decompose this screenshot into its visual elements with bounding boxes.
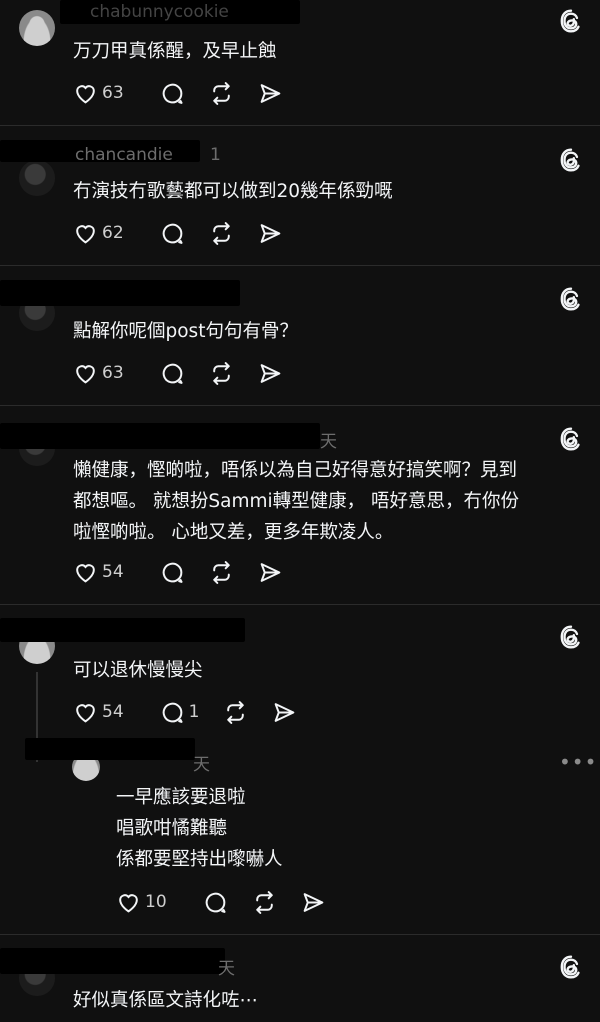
reply-button[interactable] xyxy=(203,890,228,915)
send-icon xyxy=(260,562,280,582)
like-button[interactable]: 62 xyxy=(73,221,136,246)
action-bar: 54 1 xyxy=(73,699,321,725)
like-count: 63 xyxy=(102,363,124,383)
repost-button[interactable] xyxy=(209,560,234,585)
redacted-username xyxy=(0,423,320,449)
send-icon xyxy=(260,363,280,383)
reply-button[interactable] xyxy=(160,221,185,246)
share-button[interactable] xyxy=(258,221,283,246)
comment-text-line-2: 都想嘔。 就想扮Sammi轉型健康， 唔好意思，冇你份 xyxy=(73,491,520,512)
heart-icon xyxy=(76,364,95,384)
repost-button[interactable] xyxy=(223,700,248,725)
timestamp: 天 xyxy=(320,432,337,452)
repost-button[interactable] xyxy=(209,361,234,386)
threads-icon[interactable] xyxy=(558,624,584,650)
reply-text-line-2: 唱歌咁憰難聽 xyxy=(116,818,228,839)
like-button[interactable]: 63 xyxy=(73,361,136,386)
comment-text: 冇演技冇歌藝都可以做到20幾年係勁嘅 xyxy=(73,181,393,202)
redacted-username xyxy=(0,948,225,974)
divider xyxy=(0,265,600,266)
repost-icon xyxy=(227,700,245,724)
redacted-username xyxy=(25,738,195,760)
action-bar: 10 xyxy=(116,889,350,915)
divider xyxy=(0,934,600,935)
avatar[interactable] xyxy=(19,10,55,46)
share-button[interactable] xyxy=(272,700,297,725)
more-icon[interactable]: ••• xyxy=(559,750,597,774)
divider xyxy=(0,125,600,126)
send-icon xyxy=(303,892,323,912)
reply-button[interactable]: 1 xyxy=(160,700,212,725)
divider xyxy=(0,604,600,605)
comment-text: 可以退休慢慢尖 xyxy=(73,660,203,681)
threads-icon[interactable] xyxy=(558,286,584,312)
like-count: 54 xyxy=(102,562,124,582)
repost-icon xyxy=(255,890,273,914)
repost-button[interactable] xyxy=(252,890,277,915)
like-button[interactable]: 54 xyxy=(73,700,136,725)
threads-icon[interactable] xyxy=(558,426,584,452)
send-icon xyxy=(260,223,280,243)
repost-icon xyxy=(212,560,230,584)
like-button[interactable]: 63 xyxy=(73,81,136,106)
repost-button[interactable] xyxy=(209,221,234,246)
comment-text-line-3: 啦慳啲啦。 心地又差，更多年欺凌人。 xyxy=(73,522,394,543)
comment-icon xyxy=(162,363,183,384)
comment-text: 万刀甲真係醒，及早止蝕 xyxy=(73,41,277,62)
username[interactable]: chancandie xyxy=(75,145,173,165)
send-icon xyxy=(260,83,280,103)
share-button[interactable] xyxy=(258,560,283,585)
timestamp: 天 xyxy=(218,959,235,979)
heart-icon xyxy=(76,224,95,244)
reply-text-line-1: 一早應該要退啦 xyxy=(116,787,246,808)
repost-icon xyxy=(212,221,230,245)
divider xyxy=(0,405,600,406)
share-button[interactable] xyxy=(258,81,283,106)
reply-button[interactable] xyxy=(160,81,185,106)
comment-icon xyxy=(162,562,183,583)
like-count: 63 xyxy=(102,83,124,103)
threads-icon[interactable] xyxy=(558,954,584,980)
send-icon xyxy=(275,702,295,722)
comment-icon xyxy=(205,892,226,913)
repost-button[interactable] xyxy=(209,81,234,106)
reply-count: 1 xyxy=(188,702,200,722)
heart-icon xyxy=(76,563,95,583)
action-bar: 62 xyxy=(73,220,307,246)
comment-text: 點解你呢個post句句有骨？ xyxy=(73,321,298,342)
like-count: 54 xyxy=(102,702,124,722)
heart-icon xyxy=(119,893,138,913)
timestamp: 1 xyxy=(210,145,221,165)
repost-icon xyxy=(212,361,230,385)
like-button[interactable]: 10 xyxy=(116,890,179,915)
threads-icon[interactable] xyxy=(558,8,584,34)
like-button[interactable]: 54 xyxy=(73,560,136,585)
action-bar: 54 xyxy=(73,559,307,585)
like-count: 10 xyxy=(145,892,167,912)
comment-text: 好似真係區文詩化咗⋯ xyxy=(73,990,259,1011)
reply-button[interactable] xyxy=(160,560,185,585)
threads-icon[interactable] xyxy=(558,147,584,173)
username[interactable]: chabunnycookie xyxy=(90,2,229,22)
reply-button[interactable] xyxy=(160,361,185,386)
repost-icon xyxy=(212,81,230,105)
heart-icon xyxy=(76,703,95,723)
comment-icon xyxy=(162,223,183,244)
action-bar: 63 xyxy=(73,80,307,106)
comment-icon xyxy=(162,83,183,104)
comment-icon xyxy=(162,702,183,723)
share-button[interactable] xyxy=(301,890,326,915)
share-button[interactable] xyxy=(258,361,283,386)
action-bar: 63 xyxy=(73,360,307,386)
heart-icon xyxy=(76,84,95,104)
like-count: 62 xyxy=(102,223,124,243)
redacted-username xyxy=(0,618,245,642)
timestamp: 天 xyxy=(193,755,210,775)
redacted-username xyxy=(0,280,240,306)
comment-text-line-1: 懶健康，慳啲啦，唔係以為自己好得意好搞笑啊？見到 xyxy=(73,460,518,481)
avatar[interactable] xyxy=(19,160,55,196)
reply-text-line-3: 係都要堅持出嚟嚇人 xyxy=(116,849,283,870)
